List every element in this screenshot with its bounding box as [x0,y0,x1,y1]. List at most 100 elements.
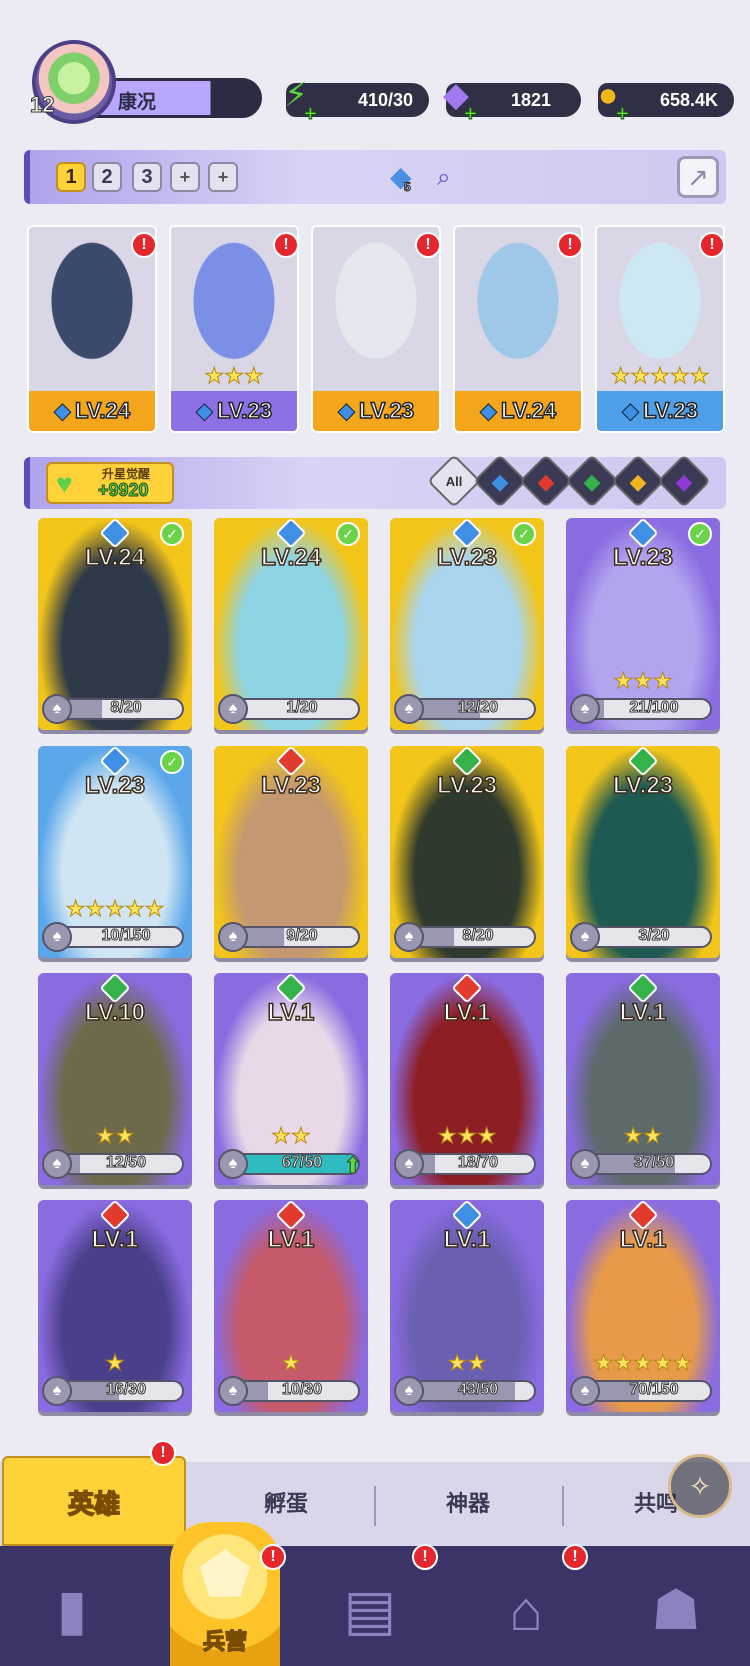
fragment-count: 8/20 [110,699,142,717]
hero-level-text: LV.23 [358,397,415,424]
alert-icon: ! [699,232,725,258]
hero-level: LV.1 [443,998,491,1027]
team-tab-add-1[interactable]: + [170,162,200,192]
alert-icon: ! [415,232,441,258]
star-rating: ★★ [447,1350,487,1376]
water-icon: ◆ [491,469,509,494]
player-name: 康况 [118,92,157,113]
nav-mushroom-icon[interactable]: ☗ [626,1568,726,1652]
heart-icon: ♥ [56,468,73,499]
gem-counter[interactable]: ◆ + 1821 [443,76,581,127]
hero-level: LV.1 [267,1225,315,1254]
star-rating: ★★ [271,1123,311,1149]
hero-card[interactable]: LV.23 ♠ 3/20 [566,746,720,958]
hero-level: LV.23 [612,771,674,800]
hero-card[interactable]: LV.23 ✓ ★★★ ♠ 21/100 [566,518,720,730]
fragment-count: 43/50 [457,1381,499,1399]
hero-card[interactable]: LV.1 ★★ ♠ 43/50 [390,1200,544,1412]
star-rating: ★★★ [437,1123,497,1149]
fragment-count: 18/70 [457,1154,499,1172]
check-icon: ✓ [688,522,712,546]
hero-level: LV.23 [84,771,146,800]
tab-artifacts[interactable]: 神器 [378,1482,558,1526]
fragment-count: 70/150 [629,1381,679,1399]
upgrade-arrow-icon[interactable]: ⬆ [343,1153,362,1179]
nav-cards-icon[interactable]: ▮ [22,1568,122,1652]
hero-level: LV.23 [612,543,674,572]
tab-heroes-label: 英雄 [67,1488,121,1520]
nav-map-icon[interactable]: ▤ [320,1568,420,1652]
hero-level: ◆ LV.24 [29,391,155,431]
hero-card[interactable]: LV.1 ★★★ ♠ 18/70 [390,973,544,1185]
alert-icon: ! [273,232,299,258]
team-tab-2[interactable]: 2 [92,162,122,192]
hero-card[interactable]: LV.23 ✓ ♠ 12/20 [390,518,544,730]
gem-value: 1821 [510,89,551,110]
check-icon: ✓ [512,522,536,546]
check-icon: ✓ [160,750,184,774]
nav-temple-icon[interactable]: ⌂ [476,1568,576,1652]
hero-level: LV.23 [260,771,322,800]
fragment-count: 10/150 [101,927,151,945]
team-tab-3[interactable]: 3 [132,162,162,192]
team-bar [24,150,726,204]
hero-card[interactable]: LV.1 ★★★★★ ♠ 70/150 [566,1200,720,1412]
hero-card[interactable]: LV.23 ✓ ★★★★★ ♠ 10/150 [38,746,192,958]
hero-level-text: LV.24 [500,397,557,424]
hero-level: ◆ LV.23 [313,391,439,431]
fragment-count: 10/30 [281,1381,323,1399]
energy-plus-icon[interactable]: + [304,101,318,127]
check-icon: ✓ [336,522,360,546]
dark-icon: ◆ [675,469,693,494]
tab-hatch[interactable]: 孵蛋 [196,1482,376,1526]
star-rating: ★ [281,1350,302,1376]
water-element-icon: ◆ [622,398,640,424]
coin-plus-icon[interactable]: + [616,101,630,127]
share-icon[interactable]: ↗ [677,156,719,198]
fragment-count: 21/100 [629,699,679,717]
water-element-icon: ◆ [196,398,214,424]
barracks-icon: ⬟ [198,1541,252,1608]
star-rating: ★★★ [204,363,264,389]
water-element-icon: ◆ [338,398,356,424]
hero-level: LV.23 [436,543,498,572]
hero-card[interactable]: LV.10 ★★ ♠ 12/50 [38,973,192,1185]
hero-level: LV.1 [619,998,667,1027]
fragment-count: 12/50 [105,1154,147,1172]
coin-counter[interactable]: ● + 658.4K [598,76,734,127]
hero-card[interactable]: LV.1 ★ ♠ 16/30 [38,1200,192,1412]
hero-card[interactable]: LV.1 ★ ♠ 10/30 [214,1200,368,1412]
hero-card[interactable]: LV.1 ★★ ♠ 37/50 [566,973,720,1185]
hero-level: ◆ LV.23 [597,391,723,431]
hero-level: ◆ LV.23 [171,391,297,431]
top-bar: 12 康况 ⚡ + 410/30 ◆ + 1821 ● + 658.4K [0,0,750,140]
team-gem-count: 5 [404,180,412,195]
star-rating: ★★★★★ [610,363,710,389]
hero-card[interactable]: LV.23 ♠ 9/20 [214,746,368,958]
search-icon[interactable]: ⌕ [437,164,450,192]
water-element-icon: ◆ [54,398,72,424]
hero-level: ◆ LV.24 [455,391,581,431]
tab-divider [562,1486,564,1526]
team-tab-add-2[interactable]: + [208,162,238,192]
energy-value: 410/30 [357,89,413,110]
sparkle-icon[interactable]: ✧ [668,1454,732,1518]
star-rating: ★★ [623,1123,663,1149]
player-level: 12 [29,92,55,118]
fragment-count: 8/20 [462,927,494,945]
hero-card[interactable]: LV.24 ✓ ♠ 1/20 [214,518,368,730]
hero-level-text: LV.23 [216,397,273,424]
light-icon: ◆ [629,469,647,494]
temple-alert-icon: ! [562,1544,588,1570]
alert-icon: ! [557,232,583,258]
hero-card[interactable]: LV.23 ♠ 8/20 [390,746,544,958]
alert-icon: ! [131,232,157,258]
energy-counter[interactable]: ⚡ + 410/30 [284,76,429,127]
gem-plus-icon[interactable]: + [464,101,478,127]
map-alert-icon: ! [412,1544,438,1570]
hero-card[interactable]: LV.24 ✓ ♠ 8/20 [38,518,192,730]
team-tab-1[interactable]: 1 [56,162,86,192]
star-rating: ★★★★★ [65,896,165,922]
hero-card[interactable]: LV.1 ★★ ♠ 67/50 ⬆ [214,973,368,1185]
hero-level: LV.1 [91,1225,139,1254]
